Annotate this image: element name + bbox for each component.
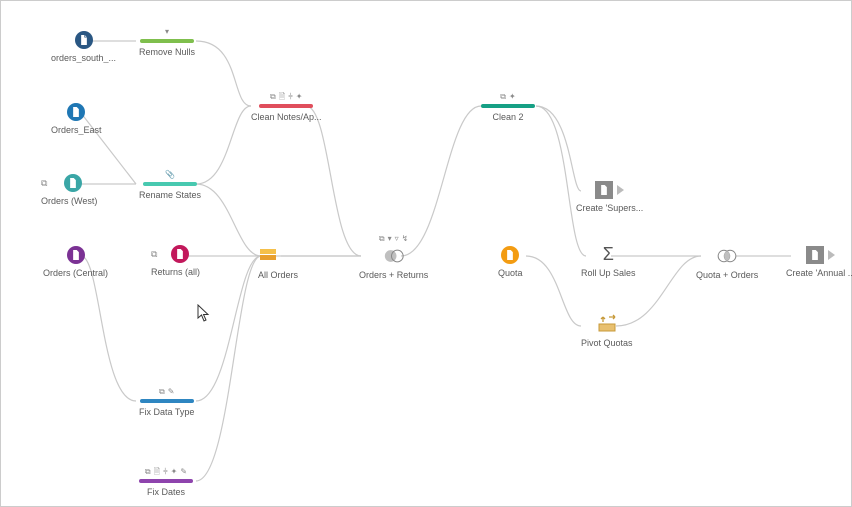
input-orders-south[interactable]: orders_south_... bbox=[51, 31, 116, 63]
join-orders-returns[interactable]: ⧉▾▿↯ Orders + Returns bbox=[359, 235, 428, 280]
node-label: Clean Notes/Ap... bbox=[251, 112, 322, 122]
node-label: Orders + Returns bbox=[359, 270, 428, 280]
flow-canvas[interactable]: orders_south_... Orders_East ⧉ Orders (W… bbox=[0, 0, 852, 507]
union-icon bbox=[258, 246, 278, 266]
funnel-icon: ▾ bbox=[165, 28, 169, 36]
join-quota-orders[interactable]: Quota + Orders bbox=[696, 246, 758, 280]
node-label: Roll Up Sales bbox=[581, 268, 636, 278]
union-all-orders[interactable]: All Orders bbox=[258, 246, 298, 280]
change-icons: ⧉🗎⫩✦ bbox=[270, 93, 302, 101]
mouse-cursor bbox=[197, 304, 211, 324]
output-superstore[interactable]: Create 'Supers... bbox=[576, 181, 643, 213]
node-label: Returns (all) bbox=[151, 267, 200, 277]
node-label: Orders (Central) bbox=[43, 268, 108, 278]
change-icons: ▾ bbox=[165, 28, 169, 36]
output-icon bbox=[595, 181, 613, 199]
join-icon bbox=[717, 246, 737, 266]
clean-fix-data-type[interactable]: ⧉✎ Fix Data Type bbox=[139, 388, 194, 417]
change-icons: ⧉✎ bbox=[159, 388, 174, 396]
node-label: Create 'Supers... bbox=[576, 203, 643, 213]
node-label: Orders (West) bbox=[41, 196, 97, 206]
node-label: Orders_East bbox=[51, 125, 102, 135]
clean-remove-nulls[interactable]: ▾ Remove Nulls bbox=[139, 28, 195, 57]
change-icons: ⧉🗎⫩✦✎ bbox=[145, 468, 187, 476]
data-source-icon bbox=[67, 103, 85, 121]
clip-icon: 📎 bbox=[165, 171, 175, 179]
clean-bar bbox=[259, 104, 313, 108]
node-label: Quota + Orders bbox=[696, 270, 758, 280]
input-orders-central[interactable]: Orders (Central) bbox=[43, 246, 108, 278]
node-label: All Orders bbox=[258, 270, 298, 280]
run-icon[interactable] bbox=[617, 185, 624, 195]
node-label: Fix Dates bbox=[139, 487, 193, 497]
node-label: Create 'Annual ... bbox=[786, 268, 852, 278]
node-label: Rename States bbox=[139, 190, 201, 200]
clean-bar bbox=[140, 399, 194, 403]
change-icons: ⧉▾▿↯ bbox=[379, 235, 408, 243]
pivot-pivot-quotas[interactable]: Pivot Quotas bbox=[581, 314, 633, 348]
input-orders-east[interactable]: Orders_East bbox=[51, 103, 102, 135]
copy-icon: ⧉ bbox=[151, 249, 157, 260]
clean-bar bbox=[139, 479, 193, 483]
run-icon[interactable] bbox=[828, 250, 835, 260]
sigma-icon: Σ bbox=[598, 244, 618, 264]
data-source-icon bbox=[501, 246, 519, 264]
input-quota[interactable]: Quota bbox=[498, 246, 523, 278]
input-returns-all[interactable]: ⧉ Returns (all) bbox=[151, 245, 200, 277]
aggregate-roll-up-sales[interactable]: Σ Roll Up Sales bbox=[581, 244, 636, 278]
clean-bar bbox=[140, 39, 194, 43]
data-source-icon bbox=[75, 31, 93, 49]
node-label: Pivot Quotas bbox=[581, 338, 633, 348]
output-annual[interactable]: Create 'Annual ... bbox=[786, 246, 852, 278]
node-label: Fix Data Type bbox=[139, 407, 194, 417]
pivot-icon bbox=[597, 314, 617, 334]
node-label: orders_south_... bbox=[51, 53, 116, 63]
join-icon bbox=[384, 246, 404, 266]
input-orders-west[interactable]: ⧉ Orders (West) bbox=[41, 174, 97, 206]
clean-clean-notes[interactable]: ⧉🗎⫩✦ Clean Notes/Ap... bbox=[251, 93, 322, 122]
data-source-icon bbox=[67, 246, 85, 264]
clean-bar bbox=[143, 182, 197, 186]
change-icons: ⧉✦ bbox=[500, 93, 515, 101]
clean-bar bbox=[481, 104, 535, 108]
node-label: Clean 2 bbox=[481, 112, 535, 122]
change-icons: 📎 bbox=[165, 171, 175, 179]
copy-icon: ⧉ bbox=[41, 178, 47, 189]
data-source-icon bbox=[64, 174, 82, 192]
output-icon bbox=[806, 246, 824, 264]
clean-rename-states[interactable]: 📎 Rename States bbox=[139, 171, 201, 200]
node-label: Remove Nulls bbox=[139, 47, 195, 57]
clean-clean-2[interactable]: ⧉✦ Clean 2 bbox=[481, 93, 535, 122]
node-label: Quota bbox=[498, 268, 523, 278]
data-source-icon bbox=[171, 245, 189, 263]
clean-fix-dates[interactable]: ⧉🗎⫩✦✎ Fix Dates bbox=[139, 468, 193, 497]
